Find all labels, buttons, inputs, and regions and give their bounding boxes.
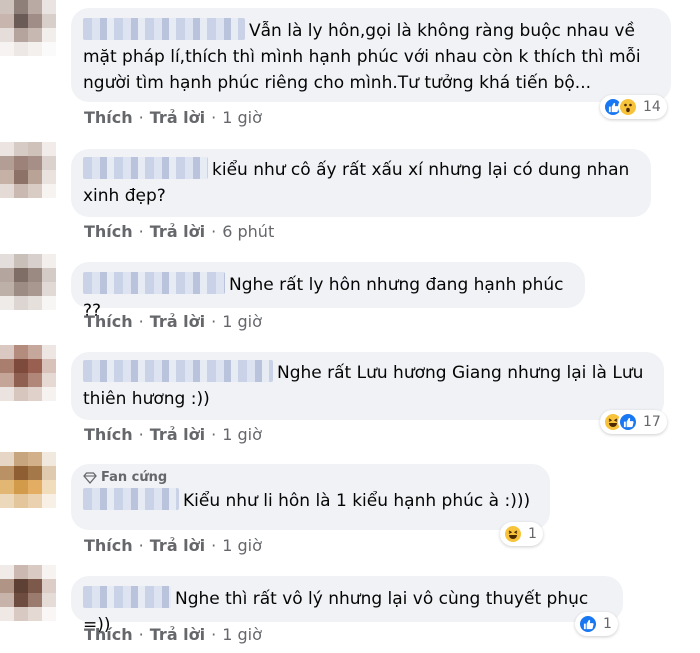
reaction-summary[interactable]: 14 [600, 95, 667, 119]
comment-bubble: Vẫn là ly hôn,gọi là không ràng buộc nha… [71, 8, 671, 102]
like-icon [618, 412, 638, 432]
comment-bubble: Nghe rất Lưu hương Giang nhưng lại là Lư… [71, 352, 664, 420]
comment-time[interactable]: 1 giờ [222, 536, 262, 555]
reply-action[interactable]: Trả lời [150, 625, 205, 644]
comment-meta: Thích · Trả lời · 6 phút [84, 222, 275, 241]
comment-bubble: kiểu như cô ấy rất xấu xí nhưng lại có d… [71, 149, 651, 217]
comment-time[interactable]: 1 giờ [222, 425, 262, 444]
reaction-count: 1 [603, 616, 612, 632]
avatar[interactable] [0, 345, 56, 401]
like-action[interactable]: Thích [84, 312, 133, 331]
comment-bubble: Nghe thì rất vô lý nhưng lại vô cùng thu… [71, 576, 623, 635]
like-action[interactable]: Thích [84, 108, 133, 127]
commenter-name-blurred[interactable] [83, 586, 171, 608]
comment-time[interactable]: 1 giờ [222, 108, 262, 127]
commenter-name-blurred[interactable] [83, 18, 245, 40]
like-action[interactable]: Thích [84, 425, 133, 444]
wow-icon [618, 97, 638, 117]
avatar[interactable] [0, 142, 56, 198]
like-action[interactable]: Thích [84, 536, 133, 555]
like-icon [578, 614, 598, 634]
avatar[interactable] [0, 565, 56, 621]
like-action[interactable]: Thích [84, 222, 133, 241]
commenter-name-blurred[interactable] [83, 272, 225, 294]
comment-time[interactable]: 1 giờ [222, 625, 262, 644]
reaction-summary[interactable]: 1 [575, 612, 618, 636]
reply-action[interactable]: Trả lời [150, 312, 205, 331]
comment-meta: Thích · Trả lời · 1 giờ [84, 312, 262, 331]
diamond-icon [83, 472, 97, 484]
comment-time[interactable]: 1 giờ [222, 312, 262, 331]
badge-label: Fan cứng [101, 470, 168, 485]
commenter-name-blurred[interactable] [83, 360, 273, 382]
avatar[interactable] [0, 452, 56, 508]
avatar[interactable] [0, 254, 56, 310]
fan-badge: Fan cứng [83, 470, 536, 486]
comment-meta: Thích · Trả lời · 1 giờ [84, 108, 262, 127]
reaction-summary[interactable]: 1 [500, 522, 543, 546]
reaction-count: 1 [528, 526, 537, 542]
comment-meta: Thích · Trả lời · 1 giờ [84, 625, 262, 644]
comment-meta: Thích · Trả lời · 1 giờ [84, 536, 262, 555]
comment-text: Kiểu như li hôn là 1 kiểu hạnh phúc à :)… [183, 491, 531, 511]
reaction-count: 14 [643, 99, 661, 115]
reaction-summary[interactable]: 17 [600, 410, 667, 434]
reply-action[interactable]: Trả lời [150, 425, 205, 444]
reaction-count: 17 [643, 414, 661, 430]
comment-bubble: Nghe rất ly hôn nhưng đang hạnh phúc ?? [71, 262, 585, 321]
comment-meta: Thích · Trả lời · 1 giờ [84, 425, 262, 444]
haha-icon [503, 524, 523, 544]
reply-action[interactable]: Trả lời [150, 108, 205, 127]
commenter-name-blurred[interactable] [83, 488, 179, 510]
comment-bubble: Fan cứng Kiểu như li hôn là 1 kiểu hạnh … [71, 464, 550, 530]
commenter-name-blurred[interactable] [83, 157, 208, 179]
reply-action[interactable]: Trả lời [150, 536, 205, 555]
comment-time[interactable]: 6 phút [222, 222, 274, 241]
reply-action[interactable]: Trả lời [150, 222, 205, 241]
avatar[interactable] [0, 0, 56, 56]
like-action[interactable]: Thích [84, 625, 133, 644]
